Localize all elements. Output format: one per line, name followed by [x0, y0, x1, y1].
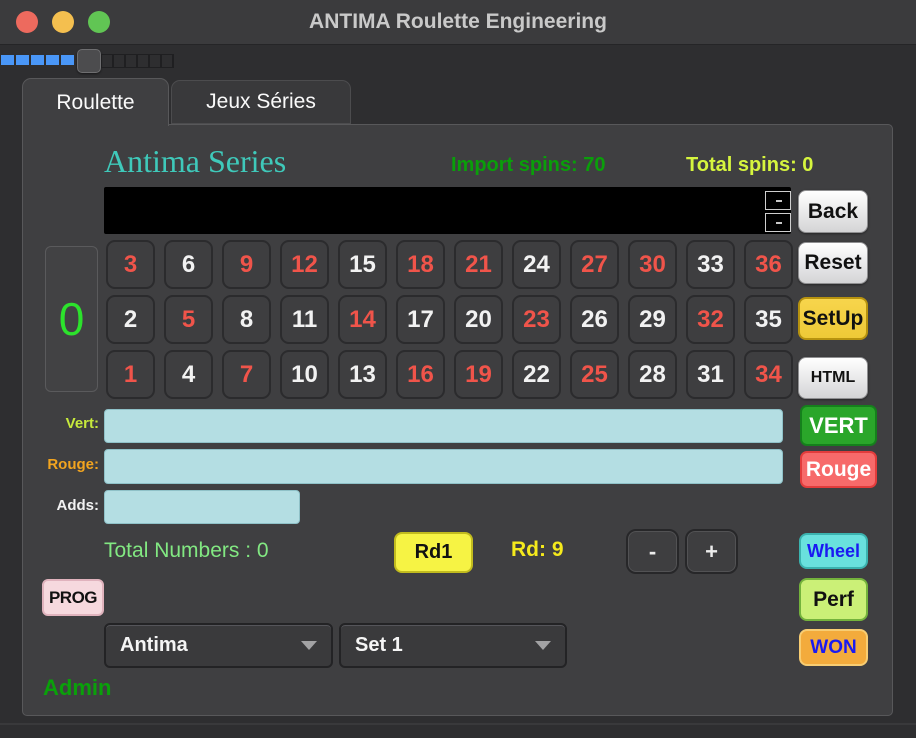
- app-window: ANTIMA Roulette Engineering Roulette Jeu…: [0, 0, 916, 738]
- slider-segment: [61, 55, 74, 65]
- rouge-input[interactable]: [104, 449, 783, 484]
- number-cell-26[interactable]: 26: [570, 295, 619, 344]
- number-cell-10[interactable]: 10: [280, 350, 329, 399]
- number-cell-9[interactable]: 9: [222, 240, 271, 289]
- number-cell-11[interactable]: 11: [280, 295, 329, 344]
- chevron-down-icon: [301, 641, 317, 650]
- tab-roulette[interactable]: Roulette: [22, 78, 169, 126]
- system-dropdown-value: Antima: [120, 634, 188, 657]
- adds-input[interactable]: [104, 490, 300, 524]
- number-cell-7[interactable]: 7: [222, 350, 271, 399]
- set-dropdown[interactable]: Set 1: [339, 623, 567, 668]
- tab-panel: Antima Series Import spins: 70 Total spi…: [22, 124, 893, 716]
- rouge-label: Rouge:: [33, 456, 99, 473]
- number-cell-29[interactable]: 29: [628, 295, 677, 344]
- slider-segment: [16, 55, 29, 65]
- number-cell-3[interactable]: 3: [106, 240, 155, 289]
- import-spins-label: Import spins: 70: [451, 154, 605, 177]
- number-cell-35[interactable]: 35: [744, 295, 793, 344]
- rd-counter-label: Rd: 9: [511, 538, 564, 562]
- number-cell-34[interactable]: 34: [744, 350, 793, 399]
- number-cell-1[interactable]: 1: [106, 350, 155, 399]
- rouge-button[interactable]: Rouge: [800, 451, 877, 488]
- rd1-button[interactable]: Rd1: [394, 532, 473, 573]
- slider-segment: [31, 55, 44, 65]
- chevron-down-icon: [535, 641, 551, 650]
- number-cell-4[interactable]: 4: [164, 350, 213, 399]
- number-cell-13[interactable]: 13: [338, 350, 387, 399]
- number-cell-6[interactable]: 6: [164, 240, 213, 289]
- number-cell-12[interactable]: 12: [280, 240, 329, 289]
- window-title: ANTIMA Roulette Engineering: [0, 0, 916, 44]
- number-cell-23[interactable]: 23: [512, 295, 561, 344]
- perf-button[interactable]: Perf: [799, 578, 868, 621]
- number-cell-27[interactable]: 27: [570, 240, 619, 289]
- tab-jeux-series[interactable]: Jeux Séries: [171, 80, 351, 124]
- spins-stepper: [765, 191, 791, 235]
- won-button[interactable]: WON: [799, 629, 868, 666]
- admin-label: Admin: [43, 675, 111, 701]
- number-cell-5[interactable]: 5: [164, 295, 213, 344]
- number-cell-21[interactable]: 21: [454, 240, 503, 289]
- wheel-button[interactable]: Wheel: [799, 533, 868, 569]
- set-dropdown-value: Set 1: [355, 634, 403, 657]
- number-cell-17[interactable]: 17: [396, 295, 445, 344]
- total-numbers-label: Total Numbers : 0: [104, 539, 269, 563]
- roulette-grid: 3691215182124273033362581114172023262932…: [106, 240, 793, 399]
- number-cell-14[interactable]: 14: [338, 295, 387, 344]
- slider-filled-track: [1, 55, 74, 65]
- slider-handle[interactable]: [77, 49, 101, 73]
- number-cell-24[interactable]: 24: [512, 240, 561, 289]
- number-cell-22[interactable]: 22: [512, 350, 561, 399]
- number-cell-16[interactable]: 16: [396, 350, 445, 399]
- prog-button[interactable]: PROG: [42, 579, 104, 616]
- number-cell-36[interactable]: 36: [744, 240, 793, 289]
- slider-segment: [46, 55, 59, 65]
- series-title: Antima Series: [104, 143, 286, 180]
- number-cell-2[interactable]: 2: [106, 295, 155, 344]
- adds-label: Adds:: [33, 497, 99, 514]
- stepper-down-button[interactable]: [765, 213, 791, 232]
- vert-label: Vert:: [33, 415, 99, 432]
- number-cell-31[interactable]: 31: [686, 350, 735, 399]
- vert-input[interactable]: [104, 409, 783, 443]
- html-button[interactable]: HTML: [798, 357, 868, 399]
- number-cell-8[interactable]: 8: [222, 295, 271, 344]
- vert-button[interactable]: VERT: [800, 405, 877, 446]
- setup-button[interactable]: SetUp: [798, 297, 868, 340]
- spins-display: [104, 187, 791, 234]
- number-cell-19[interactable]: 19: [454, 350, 503, 399]
- number-cell-25[interactable]: 25: [570, 350, 619, 399]
- system-dropdown[interactable]: Antima: [104, 623, 333, 668]
- stepper-up-button[interactable]: [765, 191, 791, 210]
- titlebar: ANTIMA Roulette Engineering: [0, 0, 916, 45]
- plus-button[interactable]: +: [685, 529, 738, 574]
- reset-button[interactable]: Reset: [798, 242, 868, 284]
- slider-empty-track: [101, 54, 174, 68]
- number-cell-0[interactable]: 0: [45, 246, 98, 392]
- number-cell-30[interactable]: 30: [628, 240, 677, 289]
- number-cell-20[interactable]: 20: [454, 295, 503, 344]
- number-cell-18[interactable]: 18: [396, 240, 445, 289]
- number-cell-28[interactable]: 28: [628, 350, 677, 399]
- number-cell-15[interactable]: 15: [338, 240, 387, 289]
- window-bottom-divider: [0, 723, 916, 725]
- back-button[interactable]: Back: [798, 190, 868, 233]
- number-cell-32[interactable]: 32: [686, 295, 735, 344]
- slider-segment: [1, 55, 14, 65]
- number-cell-33[interactable]: 33: [686, 240, 735, 289]
- minus-button[interactable]: -: [626, 529, 679, 574]
- total-spins-label: Total spins: 0: [686, 154, 813, 177]
